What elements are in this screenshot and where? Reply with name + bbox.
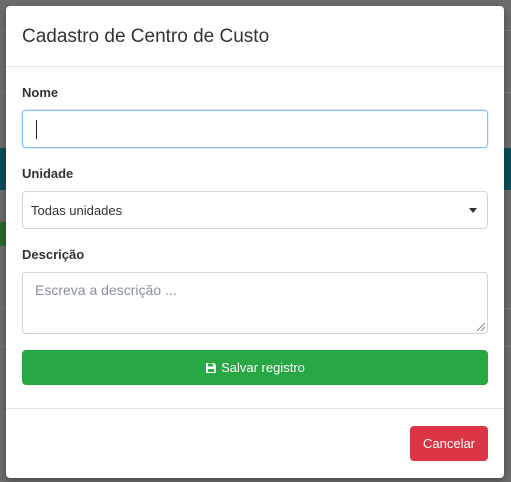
modal-footer: Cancelar <box>6 408 504 478</box>
save-record-button[interactable]: Salvar registro <box>22 350 488 385</box>
floppy-disk-icon <box>205 362 217 374</box>
text-caret <box>36 120 37 139</box>
descricao-placeholder: Escreva a descrição ... <box>35 282 177 298</box>
unidade-select[interactable]: Todas unidades <box>22 191 488 229</box>
caret-down-icon <box>469 207 477 213</box>
save-record-label: Salvar registro <box>221 360 305 375</box>
modal-body: Nome Unidade Todas unidades Descrição Es… <box>6 67 504 409</box>
unidade-group: Unidade Todas unidades <box>22 166 488 229</box>
unidade-label: Unidade <box>22 166 74 181</box>
nome-group: Nome <box>22 85 488 148</box>
resize-handle[interactable] <box>477 323 485 331</box>
nome-label: Nome <box>22 85 59 100</box>
descricao-textarea[interactable]: Escreva a descrição ... <box>22 272 488 334</box>
nome-input[interactable] <box>22 110 488 148</box>
cancel-button[interactable]: Cancelar <box>410 426 488 461</box>
modal-header: Cadastro de Centro de Custo <box>6 6 504 67</box>
cost-center-modal: Cadastro de Centro de Custo Nome Unidade… <box>6 6 504 478</box>
modal-title: Cadastro de Centro de Custo <box>22 26 270 47</box>
unidade-selected-value: Todas unidades <box>31 202 123 218</box>
descricao-group: Descrição Escreva a descrição ... <box>22 247 488 334</box>
descricao-label: Descrição <box>22 247 85 262</box>
